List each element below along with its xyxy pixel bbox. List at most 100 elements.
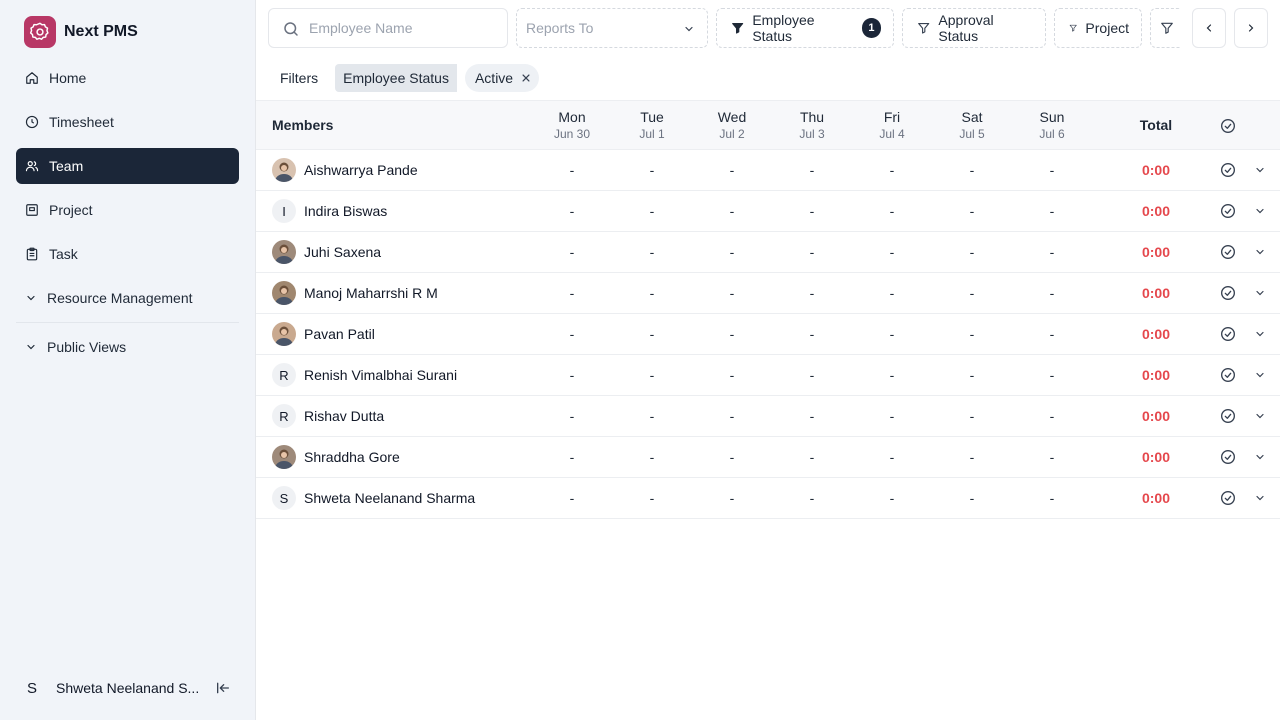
member-name[interactable]: Manoj Maharrshi R M bbox=[304, 285, 438, 301]
previous-week-button[interactable] bbox=[1192, 8, 1226, 48]
day-cell[interactable]: - bbox=[692, 449, 772, 465]
expand-row-chevron-icon[interactable] bbox=[1254, 410, 1266, 422]
day-cell[interactable]: - bbox=[532, 285, 612, 301]
day-cell[interactable]: - bbox=[532, 449, 612, 465]
sidebar-item-team[interactable]: Team bbox=[16, 148, 239, 184]
search-input[interactable] bbox=[309, 20, 489, 36]
user-menu[interactable]: S Shweta Neelanand S... bbox=[16, 674, 239, 702]
day-cell[interactable]: - bbox=[772, 162, 852, 178]
expand-row-chevron-icon[interactable] bbox=[1254, 164, 1266, 176]
member-name[interactable]: Shraddha Gore bbox=[304, 449, 400, 465]
approval-status-filter[interactable]: Approval Status bbox=[902, 8, 1046, 48]
table-row[interactable]: Aishwarrya Pande - - - - - - -0:00 bbox=[256, 150, 1280, 191]
day-cell[interactable]: - bbox=[852, 285, 932, 301]
member-name[interactable]: Rishav Dutta bbox=[304, 408, 384, 424]
table-row[interactable]: Juhi Saxena - - - - - - -0:00 bbox=[256, 232, 1280, 273]
day-cell[interactable]: - bbox=[532, 162, 612, 178]
check-circle-icon[interactable] bbox=[1220, 449, 1236, 465]
sidebar-item-timesheet[interactable]: Timesheet bbox=[16, 104, 239, 140]
project-filter[interactable]: Project bbox=[1054, 8, 1142, 48]
day-cell[interactable]: - bbox=[612, 203, 692, 219]
day-cell[interactable]: - bbox=[1012, 490, 1092, 506]
day-cell[interactable]: - bbox=[692, 490, 772, 506]
more-filters-button[interactable] bbox=[1150, 8, 1180, 48]
table-row[interactable]: Manoj Maharrshi R M - - - - - - -0:00 bbox=[256, 273, 1280, 314]
day-cell[interactable]: - bbox=[692, 285, 772, 301]
check-circle-icon[interactable] bbox=[1220, 244, 1236, 260]
brand[interactable]: Next PMS bbox=[24, 16, 138, 48]
day-cell[interactable]: - bbox=[932, 162, 1012, 178]
day-cell[interactable]: - bbox=[532, 408, 612, 424]
day-cell[interactable]: - bbox=[932, 449, 1012, 465]
expand-row-chevron-icon[interactable] bbox=[1254, 246, 1266, 258]
day-cell[interactable]: - bbox=[932, 203, 1012, 219]
day-cell[interactable]: - bbox=[852, 244, 932, 260]
day-cell[interactable]: - bbox=[612, 449, 692, 465]
table-row[interactable]: Shraddha Gore - - - - - - -0:00 bbox=[256, 437, 1280, 478]
sidebar-item-task[interactable]: Task bbox=[16, 236, 239, 272]
day-cell[interactable]: - bbox=[532, 367, 612, 383]
day-cell[interactable]: - bbox=[852, 203, 932, 219]
day-cell[interactable]: - bbox=[852, 490, 932, 506]
check-circle-icon[interactable] bbox=[1220, 285, 1236, 301]
day-cell[interactable]: - bbox=[692, 244, 772, 260]
day-cell[interactable]: - bbox=[532, 244, 612, 260]
expand-row-chevron-icon[interactable] bbox=[1254, 287, 1266, 299]
day-cell[interactable]: - bbox=[612, 326, 692, 342]
day-cell[interactable]: - bbox=[612, 285, 692, 301]
day-cell[interactable]: - bbox=[852, 162, 932, 178]
day-cell[interactable]: - bbox=[852, 449, 932, 465]
day-cell[interactable]: - bbox=[852, 326, 932, 342]
day-cell[interactable]: - bbox=[772, 326, 852, 342]
next-week-button[interactable] bbox=[1234, 8, 1268, 48]
expand-row-chevron-icon[interactable] bbox=[1254, 369, 1266, 381]
day-cell[interactable]: - bbox=[1012, 326, 1092, 342]
table-row[interactable]: R Renish Vimalbhai Surani - - - - - - -0:00 bbox=[256, 355, 1280, 396]
check-circle-icon[interactable] bbox=[1220, 367, 1236, 383]
day-cell[interactable]: - bbox=[772, 490, 852, 506]
day-cell[interactable]: - bbox=[1012, 408, 1092, 424]
day-cell[interactable]: - bbox=[692, 326, 772, 342]
employee-search[interactable] bbox=[268, 8, 508, 48]
day-cell[interactable]: - bbox=[532, 326, 612, 342]
filter-pill-value[interactable]: Active bbox=[464, 64, 540, 92]
employee-status-filter[interactable]: Employee Status 1 bbox=[716, 8, 894, 48]
day-cell[interactable]: - bbox=[852, 408, 932, 424]
day-cell[interactable]: - bbox=[1012, 367, 1092, 383]
sidebar-group-resource-management[interactable]: Resource Management bbox=[16, 280, 239, 316]
member-name[interactable]: Pavan Patil bbox=[304, 326, 375, 342]
expand-row-chevron-icon[interactable] bbox=[1254, 328, 1266, 340]
member-name[interactable]: Shweta Neelanand Sharma bbox=[304, 490, 475, 506]
day-cell[interactable]: - bbox=[772, 449, 852, 465]
check-circle-icon[interactable] bbox=[1220, 490, 1236, 506]
day-cell[interactable]: - bbox=[612, 408, 692, 424]
check-circle-icon[interactable] bbox=[1220, 203, 1236, 219]
day-cell[interactable]: - bbox=[532, 490, 612, 506]
day-cell[interactable]: - bbox=[1012, 203, 1092, 219]
close-icon[interactable] bbox=[521, 73, 531, 83]
day-cell[interactable]: - bbox=[932, 285, 1012, 301]
check-circle-icon[interactable] bbox=[1220, 118, 1236, 134]
table-row[interactable]: Pavan Patil - - - - - - -0:00 bbox=[256, 314, 1280, 355]
day-cell[interactable]: - bbox=[772, 244, 852, 260]
member-name[interactable]: Aishwarrya Pande bbox=[304, 162, 418, 178]
day-cell[interactable]: - bbox=[692, 203, 772, 219]
reports-to-select[interactable]: Reports To bbox=[516, 8, 708, 48]
day-cell[interactable]: - bbox=[1012, 285, 1092, 301]
sidebar-item-project[interactable]: Project bbox=[16, 192, 239, 228]
day-cell[interactable]: - bbox=[1012, 162, 1092, 178]
member-name[interactable]: Indira Biswas bbox=[304, 203, 387, 219]
expand-row-chevron-icon[interactable] bbox=[1254, 451, 1266, 463]
day-cell[interactable]: - bbox=[932, 244, 1012, 260]
day-cell[interactable]: - bbox=[1012, 449, 1092, 465]
table-row[interactable]: R Rishav Dutta - - - - - - -0:00 bbox=[256, 396, 1280, 437]
table-row[interactable]: S Shweta Neelanand Sharma - - - - - - -0:00 bbox=[256, 478, 1280, 519]
day-cell[interactable]: - bbox=[852, 367, 932, 383]
day-cell[interactable]: - bbox=[692, 162, 772, 178]
day-cell[interactable]: - bbox=[932, 408, 1012, 424]
member-name[interactable]: Renish Vimalbhai Surani bbox=[304, 367, 457, 383]
sidebar-group-public-views[interactable]: Public Views bbox=[16, 329, 239, 365]
day-cell[interactable]: - bbox=[692, 408, 772, 424]
day-cell[interactable]: - bbox=[612, 244, 692, 260]
check-circle-icon[interactable] bbox=[1220, 408, 1236, 424]
